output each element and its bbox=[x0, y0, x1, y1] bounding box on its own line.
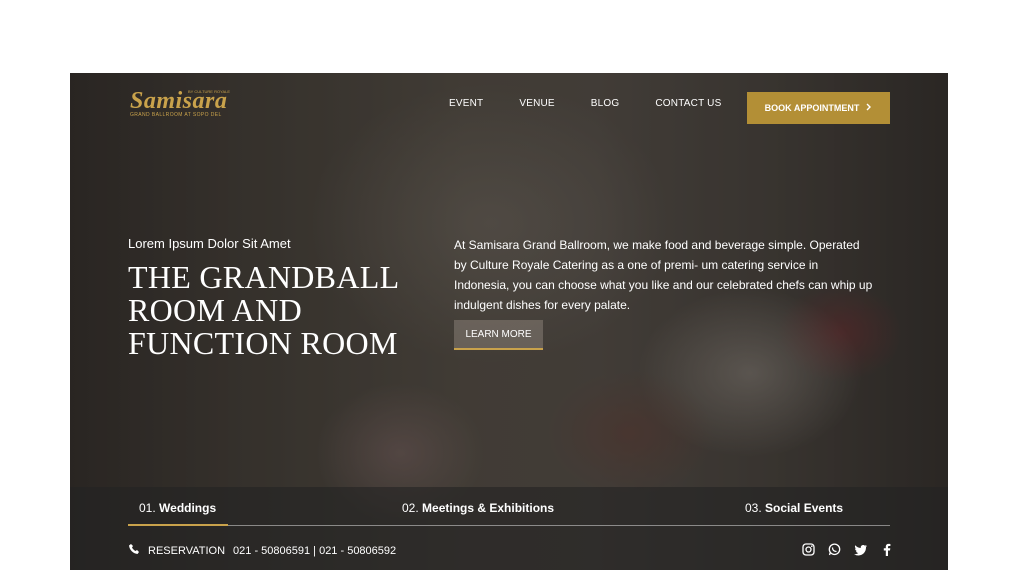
tab-meetings-label: Meetings & Exhibitions bbox=[422, 501, 555, 515]
book-appointment-label: BOOK APPOINTMENT bbox=[764, 103, 860, 113]
twitter-icon[interactable] bbox=[852, 541, 869, 558]
nav-contact-us[interactable]: CONTACT US bbox=[655, 98, 721, 109]
chevron-right-icon bbox=[865, 103, 872, 113]
tab-weddings[interactable]: 01. Weddings bbox=[139, 501, 216, 515]
logo-subtitle: GRAND BALLROOM AT SOPO DEL bbox=[130, 112, 222, 118]
tab-weddings-label: Weddings bbox=[159, 501, 217, 515]
tab-weddings-number: 01. bbox=[139, 501, 156, 515]
tab-meetings-exhibitions[interactable]: 02. Meetings & Exhibitions bbox=[402, 501, 554, 515]
hero-description: At Samisara Grand Ballroom, we make food… bbox=[454, 238, 873, 312]
bottom-bar: 01. Weddings 02. Meetings & Exhibitions … bbox=[70, 487, 948, 570]
tab-social-events[interactable]: 03. Social Events bbox=[745, 501, 843, 515]
event-tabs: 01. Weddings 02. Meetings & Exhibitions … bbox=[128, 487, 890, 526]
hero-section: BY CULTURE ROYALE Samisara GRAND BALLROO… bbox=[70, 73, 948, 570]
main-nav: EVENT VENUE BLOG CONTACT US bbox=[449, 98, 757, 109]
tab-social-label: Social Events bbox=[765, 501, 844, 515]
hero-title: THE GRANDBALL ROOM AND FUNCTION ROOM bbox=[128, 259, 399, 361]
active-tab-indicator bbox=[128, 524, 228, 526]
whatsapp-icon[interactable] bbox=[826, 541, 843, 558]
reservation-info: RESERVATION 021 - 50806591 | 021 - 50806… bbox=[128, 543, 396, 558]
reservation-phones[interactable]: 021 - 50806591 | 021 - 50806592 bbox=[233, 545, 396, 557]
hero-tagline: Lorem Ipsum Dolor Sit Amet bbox=[128, 236, 291, 251]
phone-icon bbox=[128, 543, 140, 558]
facebook-icon[interactable] bbox=[878, 541, 895, 558]
book-appointment-button[interactable]: BOOK APPOINTMENT bbox=[747, 92, 890, 124]
learn-more-button[interactable]: LEARN MORE bbox=[454, 320, 543, 350]
instagram-icon[interactable] bbox=[800, 541, 817, 558]
reservation-label: RESERVATION bbox=[148, 544, 226, 557]
nav-blog[interactable]: BLOG bbox=[591, 98, 620, 109]
logo-top-note: BY CULTURE ROYALE bbox=[188, 89, 231, 94]
samisara-logo[interactable]: BY CULTURE ROYALE Samisara GRAND BALLROO… bbox=[130, 87, 231, 118]
tab-meetings-number: 02. bbox=[402, 501, 419, 515]
nav-venue[interactable]: VENUE bbox=[519, 98, 554, 109]
tab-social-number: 03. bbox=[745, 501, 762, 515]
social-links bbox=[800, 541, 895, 558]
nav-event[interactable]: EVENT bbox=[449, 98, 483, 109]
